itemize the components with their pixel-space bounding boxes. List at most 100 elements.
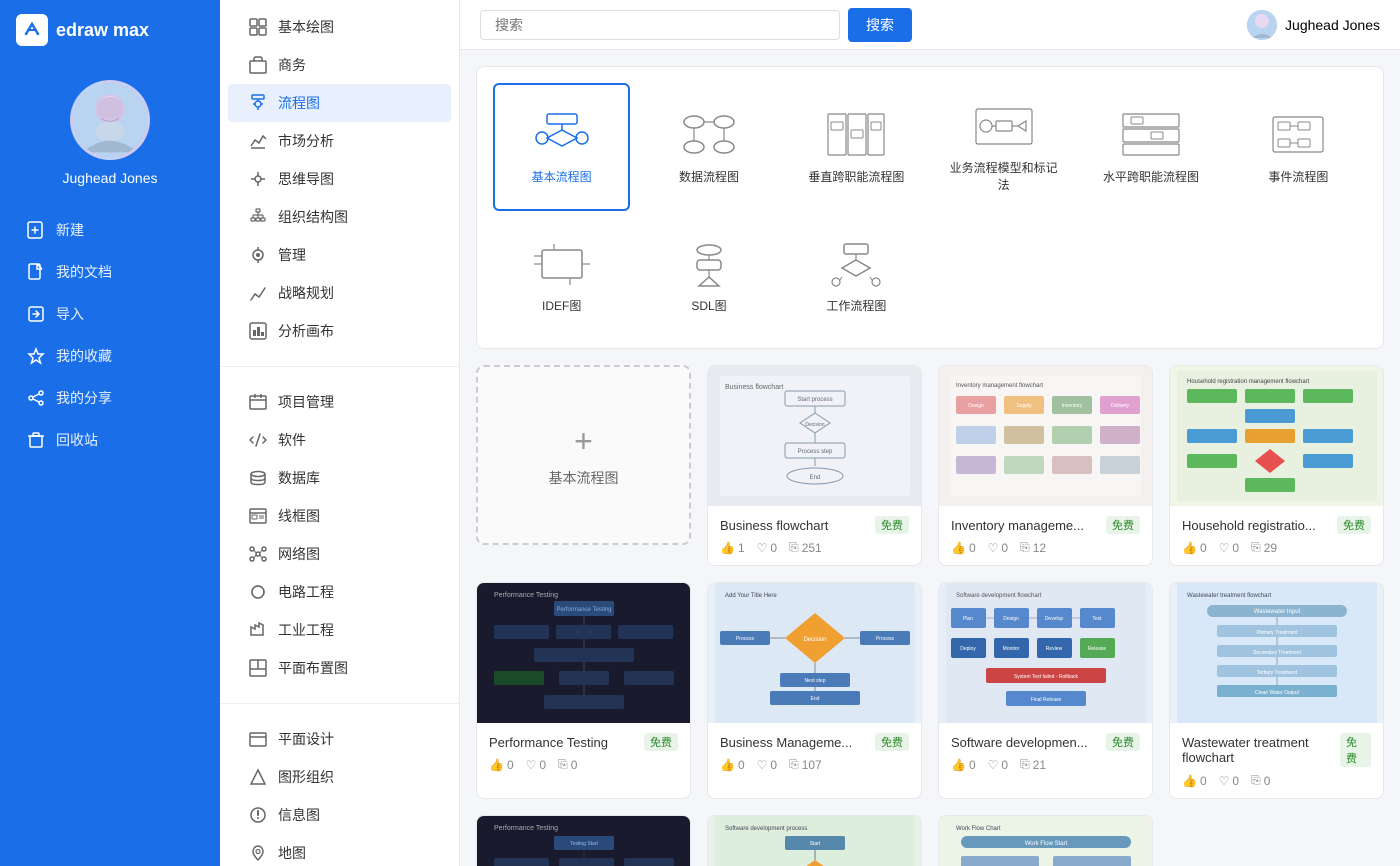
menu-software-label: 软件	[278, 430, 306, 450]
nav-my-docs[interactable]: 我的文档	[6, 252, 214, 292]
svg-text:Start: Start	[809, 841, 820, 847]
menu-floorplan[interactable]: 平面布置图	[228, 649, 451, 687]
type-idef[interactable]: IDEF图	[493, 221, 630, 332]
template-inventory[interactable]: Inventory management flowchart Design Su…	[938, 365, 1153, 566]
trash-icon	[26, 430, 46, 450]
nav-favorites[interactable]: 我的收藏	[6, 336, 214, 376]
flat-design-icon	[248, 729, 268, 749]
menu-graphics-label: 图形组织	[278, 767, 334, 787]
menu-basic-drawing[interactable]: 基本绘图	[228, 8, 451, 46]
search-input[interactable]	[480, 10, 840, 40]
project-icon	[248, 392, 268, 412]
wireframe-icon	[248, 506, 268, 526]
wastewater-title: Wastewater treatment flowchart	[1182, 735, 1340, 765]
svg-text:Design: Design	[1003, 616, 1019, 622]
menu-infographics[interactable]: 信息图	[228, 796, 451, 834]
business-flowchart-title: Business flowchart	[720, 518, 828, 533]
type-data-flowchart[interactable]: 数据流程图	[640, 83, 777, 211]
svg-text:Business flowchart: Business flowchart	[725, 384, 783, 391]
menu-software[interactable]: 软件	[228, 421, 451, 459]
template-wastewater[interactable]: Wastewater treatment flowchart Wastewate…	[1169, 582, 1384, 799]
svg-text:Final Release: Final Release	[1030, 697, 1061, 703]
infographics-icon	[248, 805, 268, 825]
mindmap-icon	[248, 169, 268, 189]
menu-flat-design[interactable]: 平面设计	[228, 720, 451, 758]
data-flowchart-icon	[679, 110, 739, 160]
template-software-dev-process[interactable]: Software development process Start Choic…	[707, 815, 922, 866]
menu-database[interactable]: 数据库	[228, 459, 451, 497]
plus-icon: +	[574, 423, 593, 460]
mgmt-icon	[248, 245, 268, 265]
business-mgmt-meta: 👍 0 ♡ 0 ⎘ 107	[720, 757, 909, 772]
menu-network[interactable]: 网络图	[228, 535, 451, 573]
menu-project[interactable]: 项目管理	[228, 383, 451, 421]
menu-strategy-label: 战略规划	[278, 283, 334, 303]
performance-thumb: Performance Testing Performance Testing	[477, 583, 690, 723]
svg-text:Develop: Develop	[1044, 616, 1063, 622]
nav-trash[interactable]: 回收站	[6, 420, 214, 460]
menu-mgmt[interactable]: 管理	[228, 236, 451, 274]
software-dev-badge: 免费	[1106, 733, 1140, 751]
menu-project-label: 项目管理	[278, 392, 334, 412]
new-template-label: 基本流程图	[549, 468, 619, 488]
type-basic-flowchart[interactable]: 基本流程图	[493, 83, 630, 211]
household-meta: 👍 0 ♡ 0 ⎘ 29	[1182, 540, 1371, 555]
svg-text:Inventory: Inventory	[1061, 403, 1082, 409]
menu-analytics[interactable]: 分析画布	[228, 312, 451, 350]
logo-area[interactable]: edraw max	[0, 0, 220, 60]
basic-drawing-icon	[248, 17, 268, 37]
file-icon	[26, 262, 46, 282]
wastewater-info: Wastewater treatment flowchart 免费 👍 0 ♡ …	[1170, 723, 1383, 798]
svg-text:Supply: Supply	[1016, 403, 1032, 409]
industrial-icon	[248, 620, 268, 640]
menu-map[interactable]: 地图	[228, 834, 451, 866]
svg-text:Add Your Title Here: Add Your Title Here	[725, 593, 777, 599]
nav-new[interactable]: 新建	[6, 210, 214, 250]
menu-industrial[interactable]: 工业工程	[228, 611, 451, 649]
menu-market[interactable]: 市场分析	[228, 122, 451, 160]
template-work-flow[interactable]: Work Flow Chart Work Flow Start End	[938, 815, 1153, 866]
basic-flowchart-icon	[532, 110, 592, 160]
svg-text:Performance Testing: Performance Testing	[556, 607, 611, 613]
nav-shared[interactable]: 我的分享	[6, 378, 214, 418]
avatar[interactable]	[70, 80, 150, 160]
menu-business[interactable]: 商务	[228, 46, 451, 84]
business-process-icon	[974, 101, 1034, 151]
analytics-icon	[248, 321, 268, 341]
template-software-dev[interactable]: Software development flowchart Plan Desi…	[938, 582, 1153, 799]
nav-import[interactable]: 导入	[6, 294, 214, 334]
type-sdl[interactable]: SDL图	[640, 221, 777, 332]
menu-org[interactable]: 组织结构图	[228, 198, 451, 236]
business-process-label: 业务流程模型和标记法	[945, 159, 1062, 193]
type-business-process[interactable]: 业务流程模型和标记法	[935, 83, 1072, 211]
favorites-item: ♡ 0	[757, 541, 777, 555]
menu-circuit[interactable]: 电路工程	[228, 573, 451, 611]
type-cross-func-vertical[interactable]: 垂直跨职能流程图	[788, 83, 925, 211]
map-icon	[248, 843, 268, 863]
template-business-flowchart[interactable]: Business flowchart Start process Decisio…	[707, 365, 922, 566]
type-event-flowchart[interactable]: 事件流程图	[1230, 83, 1367, 211]
menu-mindmap[interactable]: 思维导图	[228, 160, 451, 198]
floorplan-icon	[248, 658, 268, 678]
business-flowchart-meta: 👍 1 ♡ 0 ⎘ 251	[720, 540, 909, 555]
wastewater-badge: 免费	[1340, 733, 1371, 767]
header-avatar[interactable]	[1247, 10, 1277, 40]
menu-industrial-label: 工业工程	[278, 620, 334, 640]
template-types-section: 基本流程图 数据流程	[476, 66, 1384, 349]
menu-section-2: 项目管理 软件 数据库 线框图 网络图	[220, 375, 459, 695]
type-cross-func-horizontal[interactable]: 水平跨职能流程图	[1082, 83, 1219, 211]
template-business-mgmt[interactable]: Add Your Title Here Decision Process Pro…	[707, 582, 922, 799]
menu-strategy[interactable]: 战略规划	[228, 274, 451, 312]
new-template-card[interactable]: + 基本流程图	[476, 365, 691, 545]
template-household[interactable]: Household registration management flowch…	[1169, 365, 1384, 566]
type-work-flowchart[interactable]: 工作流程图	[788, 221, 925, 332]
template-performance[interactable]: Performance Testing Performance Testing	[476, 582, 691, 799]
search-button[interactable]: 搜索	[848, 8, 912, 42]
template-performance2[interactable]: Performance Testing Testing Start	[476, 815, 691, 866]
menu-wireframe[interactable]: 线框图	[228, 497, 451, 535]
wastewater-thumb: Wastewater treatment flowchart Wastewate…	[1170, 583, 1383, 723]
menu-flowchart[interactable]: 流程图	[228, 84, 451, 122]
household-thumb: Household registration management flowch…	[1170, 366, 1383, 506]
menu-graphics[interactable]: 图形组织	[228, 758, 451, 796]
svg-text:Decision: Decision	[805, 422, 824, 428]
